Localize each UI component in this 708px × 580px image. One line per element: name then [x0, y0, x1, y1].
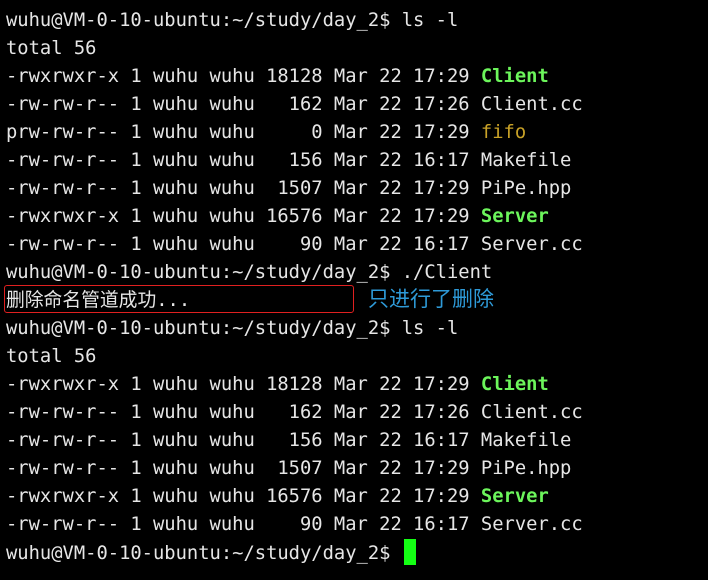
file-meta: -rw-rw-r-- 1 wuhu wuhu 90 Mar 22 16:17: [6, 514, 481, 535]
command-line: wuhu@VM-0-10-ubuntu:~/study/day_2$ ./Cli…: [6, 262, 493, 283]
file-name: Client.cc: [480, 94, 583, 115]
file-name: PiPe.hpp: [480, 178, 572, 199]
file-meta: -rw-rw-r-- 1 wuhu wuhu 1507 Mar 22 17:29: [6, 178, 481, 199]
file-row: -rwxrwxr-x 1 wuhu wuhu 18128 Mar 22 17:2…: [6, 63, 583, 91]
file-row: -rwxrwxr-x 1 wuhu wuhu 16576 Mar 22 17:2…: [6, 203, 583, 231]
file-name-fifo: fifo: [480, 122, 527, 143]
file-meta: -rwxrwxr-x 1 wuhu wuhu 18128 Mar 22 17:2…: [6, 66, 481, 87]
file-row: -rwxrwxr-x 1 wuhu wuhu 18128 Mar 22 17:2…: [6, 371, 583, 399]
file-name-executable: Client: [480, 66, 549, 87]
file-row: -rw-rw-r-- 1 wuhu wuhu 162 Mar 22 17:26 …: [6, 91, 583, 119]
file-name: Makefile: [480, 150, 572, 171]
total-line: total 56: [6, 346, 97, 367]
file-meta: -rw-rw-r-- 1 wuhu wuhu 1507 Mar 22 17:29: [6, 458, 481, 479]
file-meta: -rwxrwxr-x 1 wuhu wuhu 16576 Mar 22 17:2…: [6, 206, 481, 227]
file-meta: -rw-rw-r-- 1 wuhu wuhu 162 Mar 22 17:26: [6, 402, 481, 423]
file-row: -rw-rw-r-- 1 wuhu wuhu 90 Mar 22 16:17 S…: [6, 231, 583, 259]
file-row: -rw-rw-r-- 1 wuhu wuhu 162 Mar 22 17:26 …: [6, 399, 583, 427]
current-prompt[interactable]: wuhu@VM-0-10-ubuntu:~/study/day_2$: [6, 539, 583, 567]
command-line: wuhu@VM-0-10-ubuntu:~/study/day_2$ ls -l: [6, 318, 459, 339]
file-row: prw-rw-r-- 1 wuhu wuhu 0 Mar 22 17:29 fi…: [6, 119, 583, 147]
annotation-note: 只进行了删除: [368, 287, 494, 311]
file-name: Server.cc: [480, 234, 583, 255]
prompt-text: wuhu@VM-0-10-ubuntu:~/study/day_2$: [6, 543, 402, 564]
file-meta: prw-rw-r-- 1 wuhu wuhu 0 Mar 22 17:29: [6, 122, 481, 143]
file-name: Server.cc: [480, 514, 583, 535]
highlight-box: [4, 285, 354, 313]
file-row: -rwxrwxr-x 1 wuhu wuhu 16576 Mar 22 17:2…: [6, 483, 583, 511]
file-row: -rw-rw-r-- 1 wuhu wuhu 90 Mar 22 16:17 S…: [6, 511, 583, 539]
file-name: Client.cc: [480, 402, 583, 423]
file-meta: -rwxrwxr-x 1 wuhu wuhu 18128 Mar 22 17:2…: [6, 374, 481, 395]
file-meta: -rw-rw-r-- 1 wuhu wuhu 162 Mar 22 17:26: [6, 94, 481, 115]
file-row: -rw-rw-r-- 1 wuhu wuhu 156 Mar 22 16:17 …: [6, 147, 583, 175]
file-row: -rw-rw-r-- 1 wuhu wuhu 156 Mar 22 16:17 …: [6, 427, 583, 455]
file-meta: -rwxrwxr-x 1 wuhu wuhu 16576 Mar 22 17:2…: [6, 486, 481, 507]
file-name: Makefile: [480, 430, 572, 451]
file-meta: -rw-rw-r-- 1 wuhu wuhu 156 Mar 22 16:17: [6, 430, 481, 451]
file-name-executable: Server: [480, 486, 549, 507]
file-name-executable: Server: [480, 206, 549, 227]
file-meta: -rw-rw-r-- 1 wuhu wuhu 156 Mar 22 16:17: [6, 150, 481, 171]
command-line: wuhu@VM-0-10-ubuntu:~/study/day_2$ ls -l: [6, 10, 459, 31]
total-line: total 56: [6, 38, 97, 59]
file-meta: -rw-rw-r-- 1 wuhu wuhu 90 Mar 22 16:17: [6, 234, 481, 255]
file-row: -rw-rw-r-- 1 wuhu wuhu 1507 Mar 22 17:29…: [6, 175, 583, 203]
terminal-cursor[interactable]: [403, 539, 416, 565]
file-name-executable: Client: [480, 374, 549, 395]
file-row: -rw-rw-r-- 1 wuhu wuhu 1507 Mar 22 17:29…: [6, 455, 583, 483]
file-name: PiPe.hpp: [480, 458, 572, 479]
